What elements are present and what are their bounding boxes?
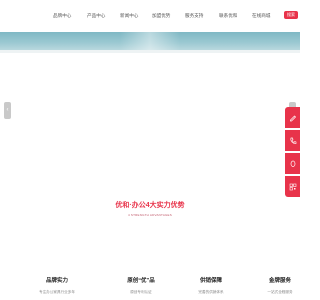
sidebar-button-phone[interactable] xyxy=(285,130,300,151)
nav-item-online-store[interactable]: 在线商城 xyxy=(252,13,270,19)
phone-icon xyxy=(289,137,296,144)
banner-edge xyxy=(0,50,300,53)
feature-title: 品牌实力 xyxy=(45,278,68,284)
floating-sidebar xyxy=(285,107,300,197)
nav-item-contact[interactable]: 联系优和 xyxy=(219,13,237,19)
section-title: 优和·办公4大实力优势 xyxy=(115,202,185,209)
feature-gold-service: 金牌服务 一站式全程服务 xyxy=(245,276,315,295)
feature-description: 原创专利认证 xyxy=(130,290,152,294)
top-navigation: 品牌中心 产品中心 新闻中心 加盟优势 服务支持 联系优和 在线商城 搜索 xyxy=(0,0,300,32)
nav-item-product-center[interactable]: 产品中心 xyxy=(87,13,105,19)
section-subtitle: 4 STRENGTH ADVANTAGES xyxy=(128,213,172,217)
feature-description: 完善的供销体系 xyxy=(198,290,224,294)
nav-item-news-center[interactable]: 新闻中心 xyxy=(120,13,138,19)
feature-supply-guarantee: 供销保障 完善的供销体系 xyxy=(176,276,246,295)
feature-brand-strength: 品牌实力 专注办公家具行业多年 xyxy=(22,276,92,295)
feature-title: 供销保障 xyxy=(199,278,222,284)
sidebar-button-message[interactable] xyxy=(285,153,300,174)
banner-image xyxy=(0,32,300,50)
qrcode-icon xyxy=(289,183,296,190)
edit-icon xyxy=(289,114,296,121)
feature-original-product: 原创“优”品 原创专利认证 xyxy=(106,276,176,295)
sidebar-button-edit[interactable] xyxy=(285,107,300,128)
feature-description: 一站式全程服务 xyxy=(267,290,293,294)
message-icon xyxy=(290,160,295,167)
feature-title: 金牌服务 xyxy=(268,278,291,284)
feature-title: 原创“优”品 xyxy=(127,278,155,284)
banner-highlight xyxy=(120,32,180,50)
nav-item-brand-center[interactable]: 品牌中心 xyxy=(53,13,71,19)
sidebar-button-qrcode[interactable] xyxy=(285,176,300,197)
feature-description: 专注办公家具行业多年 xyxy=(39,290,75,294)
search-button[interactable]: 搜索 xyxy=(284,11,298,19)
nav-item-franchise[interactable]: 加盟优势 xyxy=(152,13,170,19)
nav-item-service[interactable]: 服务支持 xyxy=(185,13,203,19)
slider-prev-button[interactable]: ‹ xyxy=(4,102,11,119)
